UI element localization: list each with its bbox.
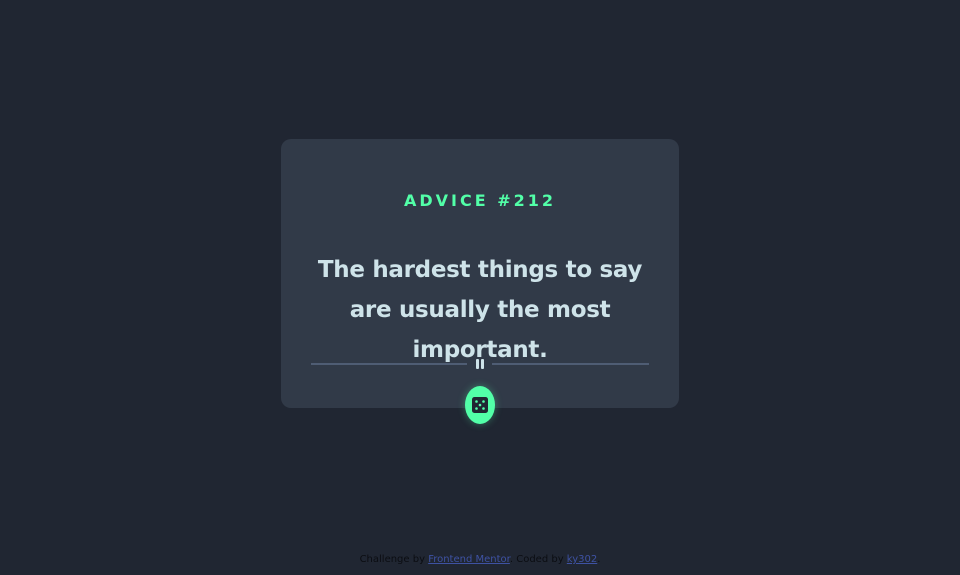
attribution-challenge-prefix: Challenge by	[359, 554, 429, 565]
advice-quote: The hardest things to say are usually th…	[317, 257, 643, 363]
dice-icon	[472, 397, 488, 413]
pause-bar-right	[481, 359, 484, 369]
frontend-mentor-link[interactable]: Frontend Mentor	[428, 554, 510, 565]
author-link[interactable]: ky302	[567, 554, 597, 565]
divider-line-right	[492, 363, 649, 365]
pause-icon	[475, 359, 485, 369]
attribution-suffix: .	[597, 554, 601, 565]
attribution: Challenge by Frontend Mentor. Coded by k…	[0, 553, 960, 567]
attribution-coded-prefix: . Coded by	[509, 554, 567, 565]
new-advice-button[interactable]	[465, 386, 495, 424]
divider-line-left	[311, 363, 467, 365]
advice-id: ADVICE #212	[403, 191, 557, 210]
pause-bar-left	[476, 359, 479, 369]
